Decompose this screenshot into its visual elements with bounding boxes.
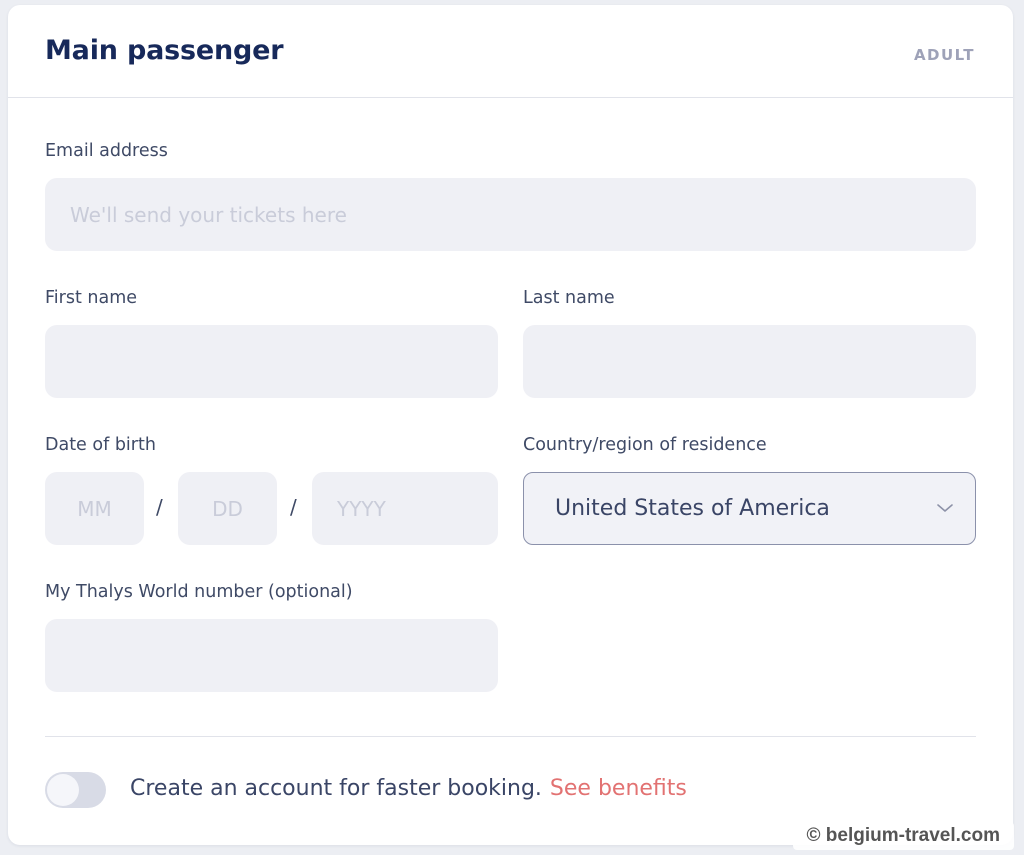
country-selected-value: United States of America: [555, 496, 830, 521]
loyalty-number-input[interactable]: [45, 619, 498, 692]
email-placeholder: We'll send your tickets here: [70, 202, 347, 227]
toggle-knob: [47, 774, 79, 806]
first-name-input[interactable]: [45, 325, 498, 398]
last-name-label: Last name: [523, 288, 615, 308]
page-title: Main passenger: [45, 35, 284, 66]
dob-day-input[interactable]: DD: [178, 472, 277, 545]
watermark: © belgium-travel.com: [792, 822, 1014, 850]
email-input[interactable]: We'll send your tickets here: [45, 178, 976, 251]
chevron-down-icon: [937, 504, 953, 512]
passenger-type-badge: ADULT: [913, 46, 975, 64]
create-account-toggle[interactable]: [45, 772, 106, 808]
dob-month-input[interactable]: MM: [45, 472, 144, 545]
divider: [45, 736, 976, 737]
country-label: Country/region of residence: [523, 435, 767, 455]
create-account-text: Create an account for faster booking. See…: [130, 776, 687, 801]
date-of-birth-label: Date of birth: [45, 435, 156, 455]
see-benefits-link[interactable]: See benefits: [550, 776, 687, 801]
card-header: Main passenger ADULT: [8, 5, 1013, 98]
main-passenger-card: Main passenger ADULT Email address We'll…: [8, 5, 1013, 845]
dob-year-placeholder: YYYY: [337, 496, 386, 521]
dob-separator: /: [156, 495, 163, 519]
country-select[interactable]: United States of America: [523, 472, 976, 545]
loyalty-number-label: My Thalys World number (optional): [45, 582, 353, 602]
create-account-label: Create an account for faster booking.: [130, 776, 542, 801]
dob-month-placeholder: MM: [77, 496, 112, 521]
dob-year-input[interactable]: YYYY: [312, 472, 498, 545]
last-name-input[interactable]: [523, 325, 976, 398]
dob-day-placeholder: DD: [212, 496, 243, 521]
email-label: Email address: [45, 141, 168, 161]
dob-separator: /: [290, 495, 297, 519]
first-name-label: First name: [45, 288, 138, 308]
